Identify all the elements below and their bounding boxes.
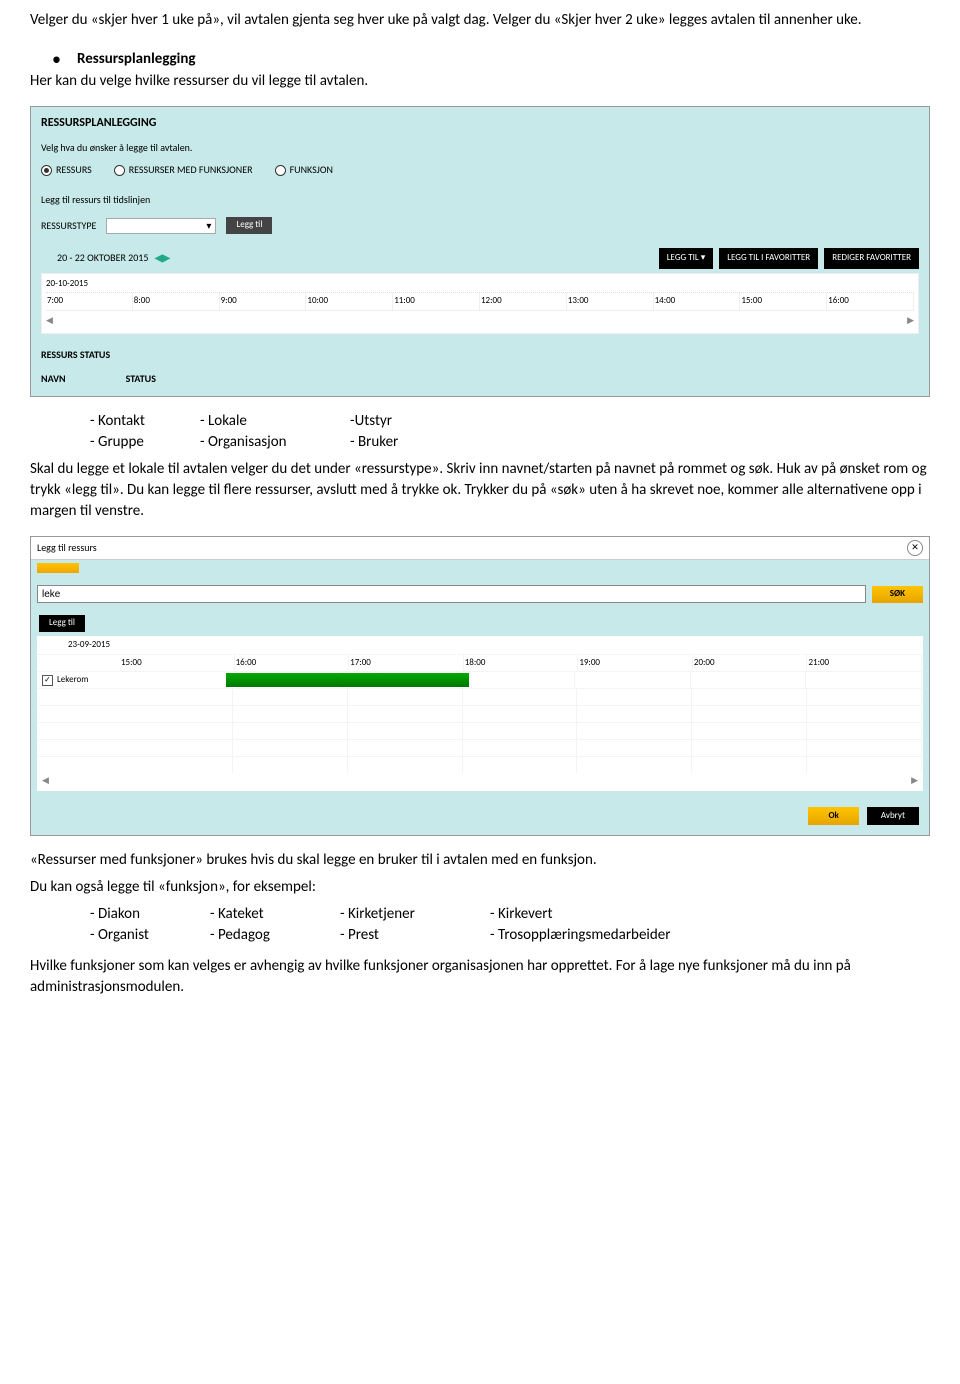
- radio-icon: [275, 165, 286, 176]
- hour-cell: 13:00: [567, 293, 654, 310]
- timeline-hours: 15:00 16:00 17:00 18:00 19:00 20:00 21:0…: [38, 655, 922, 672]
- paragraph: Hvilke funksjoner som kan velges er avhe…: [30, 956, 930, 998]
- hour-cell: 17:00: [349, 655, 464, 672]
- list-item: - Lokale: [200, 411, 350, 432]
- legg-til-toolbar-button[interactable]: LEGG TIL ▾: [659, 248, 713, 269]
- list-item: - Kateket: [210, 904, 340, 925]
- scroll-indicator[interactable]: ◀▶: [46, 315, 914, 328]
- paragraph: Du kan også legge til «funksjon», for ek…: [30, 877, 930, 898]
- chevron-down-icon: ▾: [206, 219, 211, 233]
- ressurstype-dropdown[interactable]: ▾: [106, 218, 216, 234]
- screenshot-legg-til-ressurs: Legg til ressurs ✕ SØK Legg til 23-09-20…: [30, 536, 930, 836]
- active-tab-indicator: [37, 563, 79, 573]
- col-status: STATUS: [126, 372, 156, 386]
- legg-til-button[interactable]: Legg til: [226, 217, 272, 234]
- radio-icon: [114, 165, 125, 176]
- hour-cell: 10:00: [306, 293, 393, 310]
- list-item: - Organisasjon: [200, 432, 350, 453]
- paragraph: Skal du legge et lokale til avtalen velg…: [30, 459, 930, 522]
- ok-button[interactable]: Ok: [808, 807, 858, 826]
- resource-type-list: - Kontakt - Lokale -Utstyr - Gruppe - Or…: [90, 411, 930, 453]
- function-list: - Diakon - Kateket - Kirketjener - Kirke…: [90, 904, 930, 946]
- list-item: -Utstyr: [350, 411, 500, 432]
- section-title: Ressursplanlegging: [77, 49, 196, 70]
- radio-label: RESSURS: [56, 163, 92, 177]
- timeline: 20-10-2015 7:00 8:00 9:00 10:00 11:00 12…: [41, 273, 919, 335]
- hour-cell: 15:00: [740, 293, 827, 310]
- hour-cell: 8:00: [133, 293, 220, 310]
- radio-funksjon[interactable]: FUNKSJON: [275, 163, 333, 177]
- status-columns: NAVN STATUS: [41, 372, 919, 386]
- list-item: - Prest: [340, 925, 490, 946]
- radio-ressurs[interactable]: RESSURS: [41, 163, 92, 177]
- timeline-date: 20-10-2015: [46, 276, 914, 294]
- hour-cell: 16:00: [235, 655, 350, 672]
- hour-cell: 15:00: [120, 655, 235, 672]
- bullet-icon: •: [52, 49, 61, 71]
- timeline: 23-09-2015 15:00 16:00 17:00 18:00 19:00…: [37, 636, 923, 791]
- list-item: - Trosopplæringsmedarbeider: [490, 925, 730, 946]
- rediger-fav-button[interactable]: REDIGER FAVORITTER: [824, 248, 919, 269]
- arrow-left-icon: ◀: [42, 775, 49, 788]
- hour-cell: 9:00: [220, 293, 307, 310]
- timeline-toolbar: 20 - 22 OKTOBER 2015 ◀▶ LEGG TIL ▾ LEGG …: [41, 248, 919, 269]
- screenshot-ressursplanlegging: RESSURSPLANLEGGING Velg hva du ønsker å …: [30, 106, 930, 398]
- list-item: - Diakon: [90, 904, 210, 925]
- intro-paragraph: Velger du «skjer hver 1 uke på», vil avt…: [30, 10, 930, 31]
- list-item: - Gruppe: [90, 432, 200, 453]
- time-bar[interactable]: [226, 673, 469, 687]
- radio-ressurser-med-funksjoner[interactable]: RESSURSER MED FUNKSJONER: [114, 163, 253, 177]
- hour-cell: 7:00: [46, 293, 133, 310]
- hour-cell: 20:00: [693, 655, 808, 672]
- fav-button[interactable]: LEGG TIL I FAVORITTER: [719, 248, 818, 269]
- arrow-right-icon: ▶: [911, 775, 918, 788]
- hour-cell: 19:00: [578, 655, 693, 672]
- radio-label: FUNKSJON: [290, 163, 333, 177]
- arrow-left-icon: ◀: [46, 315, 53, 328]
- nav-arrows-icon[interactable]: ◀▶: [152, 251, 170, 264]
- list-item: - Pedagog: [210, 925, 340, 946]
- ressurstype-label: RESSURSTYPE: [41, 219, 96, 233]
- ressurstype-row: RESSURSTYPE ▾ Legg til: [41, 217, 919, 234]
- paragraph: «Ressurser med funksjoner» brukes hvis d…: [30, 850, 930, 871]
- panel-subtitle: Velg hva du ønsker å legge til avtalen.: [41, 141, 919, 155]
- hour-cell: 18:00: [464, 655, 579, 672]
- hour-cell: 16:00: [827, 293, 914, 310]
- timeline-hours: 7:00 8:00 9:00 10:00 11:00 12:00 13:00 1…: [46, 293, 914, 311]
- hour-cell: 12:00: [480, 293, 567, 310]
- hour-cell: 14:00: [654, 293, 741, 310]
- avbryt-button[interactable]: Avbryt: [867, 807, 919, 826]
- arrow-right-icon: ▶: [907, 315, 914, 328]
- list-item: - Kirkevert: [490, 904, 730, 925]
- section-heading-row: • Ressursplanlegging: [30, 49, 930, 71]
- close-icon[interactable]: ✕: [907, 540, 923, 556]
- checkbox[interactable]: [42, 675, 53, 686]
- dialog-title: Legg til ressurs: [37, 541, 97, 555]
- radio-group: RESSURS RESSURSER MED FUNKSJONER FUNKSJO…: [41, 163, 919, 177]
- resource-row: Lekerom: [38, 671, 922, 688]
- section-desc: Her kan du velge hvilke ressurser du vil…: [30, 71, 930, 92]
- search-row: SØK: [37, 585, 923, 603]
- timeline-date: 23-09-2015: [38, 637, 922, 655]
- subhead: Legg til ressurs til tidslinjen: [41, 193, 919, 207]
- panel-title: RESSURSPLANLEGGING: [41, 115, 919, 132]
- ressurs-status-heading: RESSURS STATUS: [41, 348, 919, 362]
- search-input[interactable]: [37, 585, 866, 603]
- col-navn: NAVN: [41, 372, 66, 386]
- list-item: - Organist: [90, 925, 210, 946]
- dialog-buttons: Ok Avbryt: [31, 807, 919, 826]
- scroll-indicator[interactable]: ◀▶: [38, 773, 922, 790]
- dialog-header: Legg til ressurs ✕: [31, 537, 929, 560]
- hour-cell: 21:00: [807, 655, 922, 672]
- radio-label: RESSURSER MED FUNKSJONER: [129, 163, 253, 177]
- resource-name: Lekerom: [57, 674, 113, 687]
- legg-til-button[interactable]: Legg til: [39, 615, 85, 632]
- list-item: - Kontakt: [90, 411, 200, 432]
- date-range: 20 - 22 OKTOBER 2015 ◀▶: [41, 251, 170, 265]
- list-item: - Kirketjener: [340, 904, 490, 925]
- hour-cell: 11:00: [393, 293, 480, 310]
- search-button[interactable]: SØK: [872, 586, 923, 603]
- radio-icon: [41, 165, 52, 176]
- list-item: - Bruker: [350, 432, 500, 453]
